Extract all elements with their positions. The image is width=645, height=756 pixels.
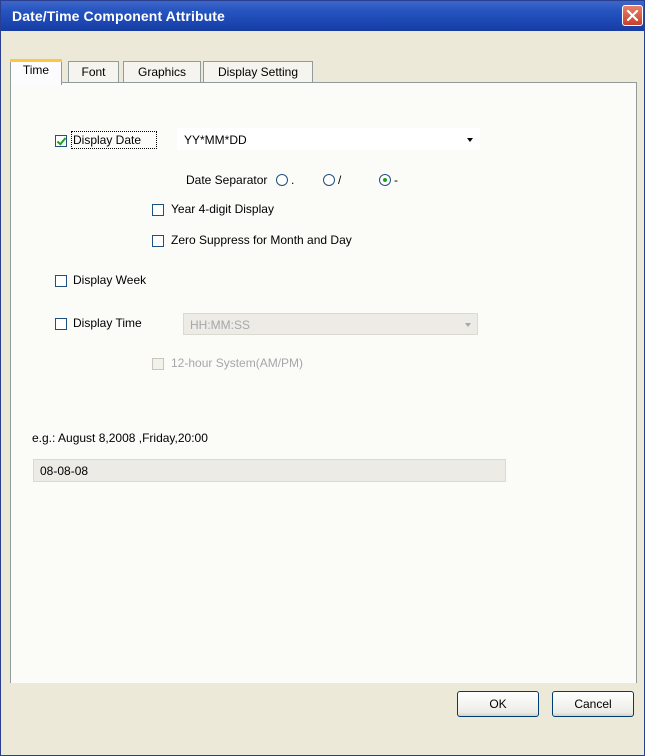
example-preview-value: 08-08-08 [40,464,89,478]
separator-dash-label: - [394,173,398,187]
close-button[interactable] [622,5,643,26]
tab-graphics-label: Graphics [137,65,187,79]
tab-time[interactable]: Time [10,59,62,85]
date-format-value: YY*MM*DD [184,133,247,147]
time-format-select[interactable]: HH:MM:SS [183,313,478,335]
dialog-window: Date/Time Component Attribute Time Font … [0,0,645,756]
cancel-button[interactable]: Cancel [552,691,634,717]
separator-dot-label: . [291,173,295,187]
display-week-label[interactable]: Display Week [73,273,146,287]
example-label: e.g.: August 8,2008 ,Friday,20:00 [32,431,208,445]
zero-suppress-checkbox[interactable] [152,235,164,247]
display-week-checkbox[interactable] [55,275,67,287]
tab-display-setting-label: Display Setting [217,65,299,79]
year-4digit-checkbox[interactable] [152,204,164,216]
year-4digit-label[interactable]: Year 4-digit Display [171,202,274,216]
separator-dash-radio[interactable] [379,174,391,186]
chevron-down-icon [465,323,471,327]
tab-time-label: Time [22,63,50,77]
time-tab-panel: Display Date YY*MM*DD Date Separator . /… [10,82,637,714]
date-format-select[interactable]: YY*MM*DD [177,128,480,150]
chevron-down-icon [467,138,473,142]
twelve-hour-checkbox[interactable] [152,358,164,370]
tab-font-label: Font [81,65,106,79]
display-time-label[interactable]: Display Time [73,316,142,330]
close-icon [626,9,639,22]
separator-slash-label: / [338,173,342,187]
separator-dot-radio[interactable] [276,174,288,186]
separator-slash-radio[interactable] [323,174,335,186]
example-preview: 08-08-08 [33,459,506,482]
tab-graphics[interactable]: Graphics [123,61,201,83]
date-separator-label: Date Separator [186,173,268,187]
zero-suppress-label[interactable]: Zero Suppress for Month and Day [171,233,352,247]
button-bar: OK Cancel [1,683,644,725]
tab-font[interactable]: Font [68,61,119,83]
twelve-hour-label[interactable]: 12-hour System(AM/PM) [171,356,303,370]
time-format-value: HH:MM:SS [190,318,250,332]
display-date-focus [71,131,157,149]
tab-display-setting[interactable]: Display Setting [203,61,313,83]
window-title: Date/Time Component Attribute [12,8,225,24]
display-date-checkbox[interactable] [55,135,67,147]
title-bar[interactable]: Date/Time Component Attribute [1,1,644,31]
ok-button[interactable]: OK [457,691,539,717]
display-time-checkbox[interactable] [55,318,67,330]
